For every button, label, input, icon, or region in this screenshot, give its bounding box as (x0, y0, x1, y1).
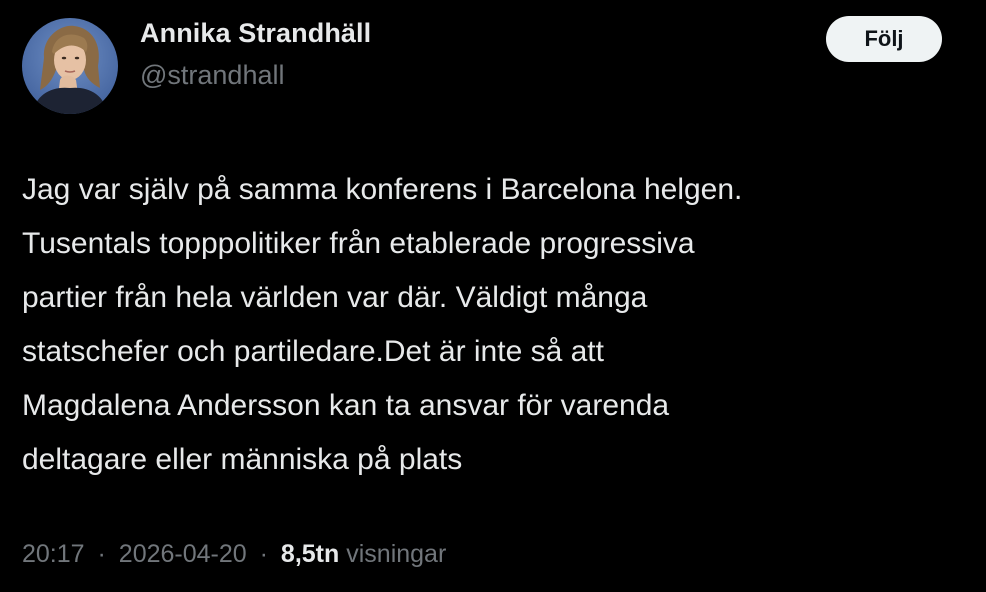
tweet-date[interactable]: 2026-04-20 (119, 540, 247, 568)
tweet-text-line: Magdalena Andersson kan ta ansvar för va… (22, 389, 670, 422)
tweet-text-line: deltagare eller människa på plats (22, 443, 463, 476)
tweet-text-line: partier från hela världen var där. Väldi… (22, 281, 648, 314)
tweet-text-line: Jag var själv på samma konferens i Barce… (22, 173, 743, 206)
tweet-text-line: statschefer och partiledare.Det är inte … (22, 335, 604, 368)
tweet-time[interactable]: 20:17 (22, 540, 85, 568)
meta-separator: · (97, 540, 106, 568)
tweet-meta: 20:17 · 2026-04-20 · 8,5tn visningar (22, 540, 446, 569)
tweet-text-line: Tusentals topppolitiker från etablerade … (22, 227, 695, 260)
author-handle[interactable]: @strandhall (140, 60, 284, 91)
avatar[interactable] (22, 18, 118, 114)
views-count[interactable]: 8,5tn (281, 540, 339, 568)
views-label: visningar (346, 540, 447, 568)
tweet-text: Jag var själv på samma konferens i Barce… (22, 163, 962, 487)
avatar-photo (22, 18, 118, 114)
meta-separator: · (259, 540, 268, 568)
tweet-card: Annika Strandhäll @strandhall Följ Jag v… (0, 0, 986, 592)
follow-button[interactable]: Följ (826, 16, 942, 62)
author-name[interactable]: Annika Strandhäll (140, 18, 371, 49)
